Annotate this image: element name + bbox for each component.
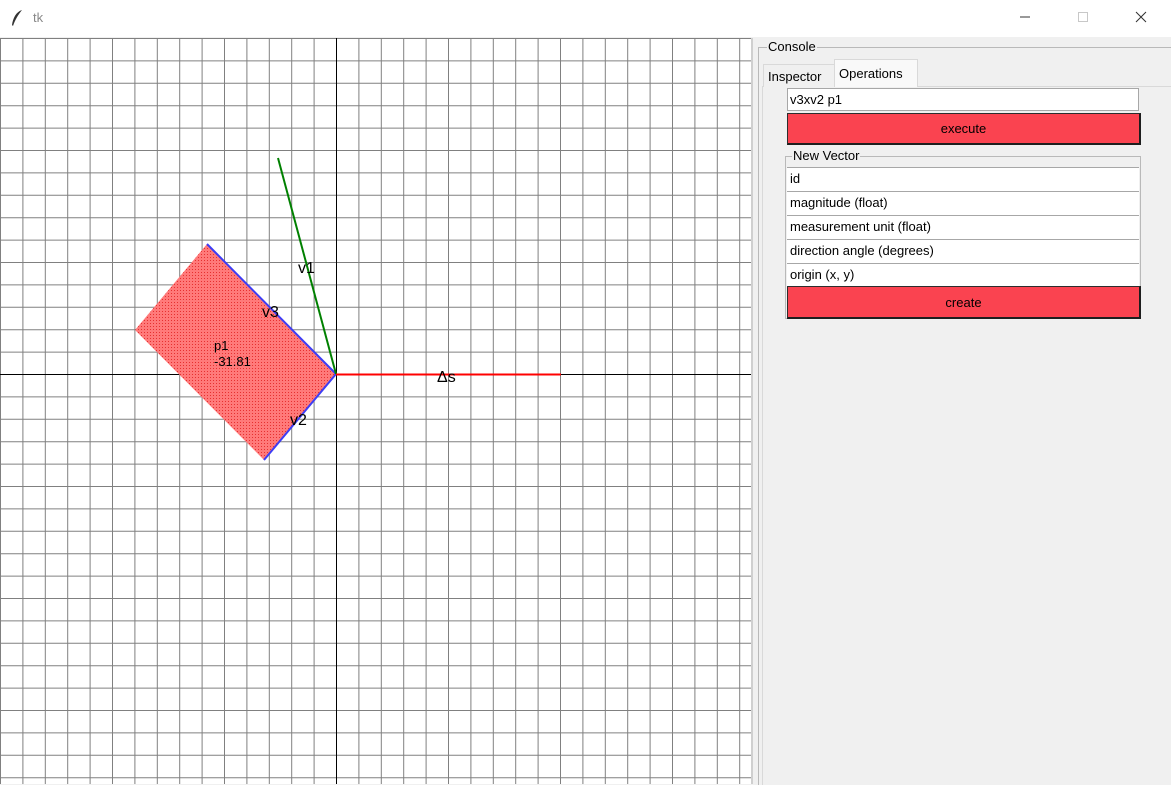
feather-icon <box>12 10 22 26</box>
minimize-icon <box>1020 16 1030 18</box>
canvas-drawing: v1 v3 v2 p1 -31.81 Δs <box>0 38 751 784</box>
origin-field[interactable]: origin (x, y) <box>787 263 1139 287</box>
id-field[interactable]: id <box>787 167 1139 191</box>
execute-button[interactable]: execute <box>787 113 1141 145</box>
label-v1: v1 <box>298 260 315 277</box>
console-legend: Console <box>767 39 817 54</box>
grid-lines <box>0 38 751 784</box>
title-bar: tk <box>0 0 1171 37</box>
label-v3: v3 <box>262 304 279 321</box>
label-v2: v2 <box>290 412 307 429</box>
minimize-button[interactable] <box>1002 0 1048 34</box>
create-button[interactable]: create <box>787 286 1141 319</box>
maximize-icon <box>1078 12 1088 22</box>
label-delta-s: Δs <box>437 369 456 386</box>
close-icon <box>1135 11 1147 23</box>
label-p1-value: -31.81 <box>214 354 251 369</box>
label-p1-name: p1 <box>214 338 228 353</box>
measurement-unit-field[interactable]: measurement unit (float) <box>787 215 1139 239</box>
tab-operations[interactable]: Operations <box>834 59 918 87</box>
magnitude-field[interactable]: magnitude (float) <box>787 191 1139 215</box>
new-vector-legend: New Vector <box>792 148 861 163</box>
close-button[interactable] <box>1118 0 1164 34</box>
tab-inspector[interactable]: Inspector <box>763 64 835 87</box>
window-title: tk <box>33 10 44 25</box>
command-input[interactable]: v3xv2 p1 <box>787 88 1139 111</box>
maximize-button[interactable] <box>1060 0 1106 34</box>
vector-canvas[interactable]: v1 v3 v2 p1 -31.81 Δs <box>0 38 753 784</box>
direction-angle-field[interactable]: direction angle (degrees) <box>787 239 1139 263</box>
